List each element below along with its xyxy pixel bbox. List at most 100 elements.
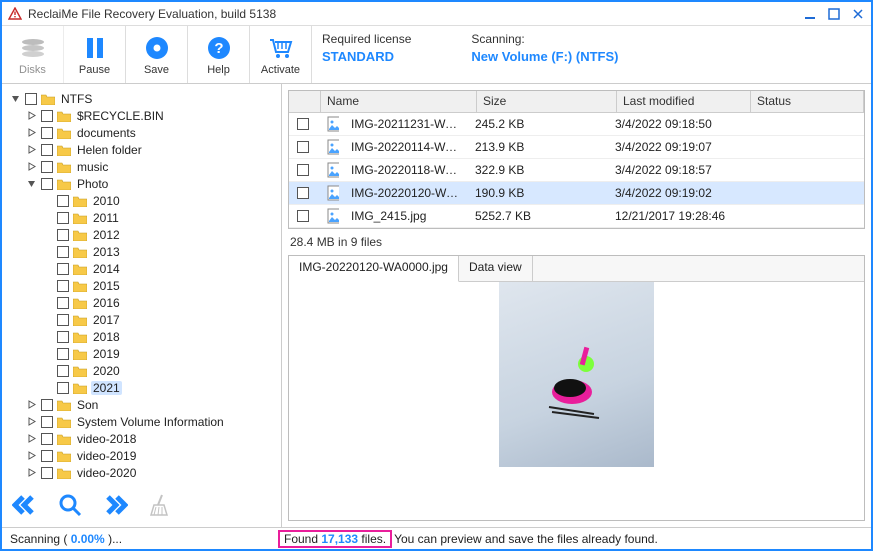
tree-checkbox[interactable] bbox=[41, 399, 53, 411]
tree-twisty[interactable] bbox=[42, 348, 53, 359]
tree-checkbox[interactable] bbox=[57, 229, 69, 241]
minimize-button[interactable] bbox=[803, 7, 817, 21]
tree-checkbox[interactable] bbox=[25, 93, 37, 105]
tree-node[interactable]: System Volume Information bbox=[6, 413, 277, 430]
tree-checkbox[interactable] bbox=[41, 433, 53, 445]
file-checkbox[interactable] bbox=[297, 118, 309, 130]
tree-node[interactable]: video-2019 bbox=[6, 447, 277, 464]
tree-node[interactable]: 2017 bbox=[6, 311, 277, 328]
search-button[interactable] bbox=[58, 493, 82, 520]
tree-node[interactable]: 2015 bbox=[6, 277, 277, 294]
tree-checkbox[interactable] bbox=[57, 365, 69, 377]
tree-twisty[interactable] bbox=[42, 212, 53, 223]
file-checkbox[interactable] bbox=[297, 210, 309, 222]
file-row[interactable]: IMG-20220114-WA00...213.9 KB3/4/2022 09:… bbox=[289, 136, 864, 159]
pause-button[interactable]: Pause bbox=[64, 26, 126, 83]
tree-twisty[interactable] bbox=[42, 263, 53, 274]
tree-checkbox[interactable] bbox=[41, 416, 53, 428]
tree-node[interactable]: music bbox=[6, 158, 277, 175]
tree-node[interactable]: documents bbox=[6, 124, 277, 141]
tree-node[interactable]: 2013 bbox=[6, 243, 277, 260]
tree-twisty[interactable] bbox=[42, 365, 53, 376]
disks-button[interactable]: Disks bbox=[2, 26, 64, 83]
col-status[interactable]: Status bbox=[751, 91, 864, 112]
close-button[interactable] bbox=[851, 7, 865, 21]
file-row[interactable]: IMG-20220118-WA00...322.9 KB3/4/2022 09:… bbox=[289, 159, 864, 182]
col-size[interactable]: Size bbox=[477, 91, 617, 112]
tree-checkbox[interactable] bbox=[57, 297, 69, 309]
nav-back-button[interactable] bbox=[12, 494, 38, 519]
file-checkbox[interactable] bbox=[297, 141, 309, 153]
tree-node[interactable]: video-2018 bbox=[6, 430, 277, 447]
tree-checkbox[interactable] bbox=[41, 161, 53, 173]
col-modified[interactable]: Last modified bbox=[617, 91, 751, 112]
tree-checkbox[interactable] bbox=[41, 144, 53, 156]
maximize-button[interactable] bbox=[827, 7, 841, 21]
tree-twisty[interactable] bbox=[10, 93, 21, 104]
tree-node[interactable]: 2021 bbox=[6, 379, 277, 396]
tree-checkbox[interactable] bbox=[41, 127, 53, 139]
tree-twisty[interactable] bbox=[26, 467, 37, 478]
tree-checkbox[interactable] bbox=[41, 450, 53, 462]
col-checkbox[interactable] bbox=[289, 91, 321, 112]
tree-twisty[interactable] bbox=[42, 382, 53, 393]
tree-node[interactable]: 2012 bbox=[6, 226, 277, 243]
tree-node[interactable]: Helen folder bbox=[6, 141, 277, 158]
tree-checkbox[interactable] bbox=[57, 212, 69, 224]
tree-node[interactable]: 2019 bbox=[6, 345, 277, 362]
tree-checkbox[interactable] bbox=[57, 382, 69, 394]
tree-node[interactable]: Son bbox=[6, 396, 277, 413]
folder-tree[interactable]: NTFS$RECYCLE.BINdocumentsHelen foldermus… bbox=[6, 90, 277, 489]
col-name[interactable]: Name bbox=[321, 91, 477, 112]
tree-twisty[interactable] bbox=[26, 178, 37, 189]
tree-checkbox[interactable] bbox=[57, 263, 69, 275]
tree-twisty[interactable] bbox=[42, 297, 53, 308]
preview-tab-image[interactable]: IMG-20220120-WA0000.jpg bbox=[289, 256, 459, 282]
tree-twisty[interactable] bbox=[26, 144, 37, 155]
tree-node[interactable]: video-2020 bbox=[6, 464, 277, 481]
tree-twisty[interactable] bbox=[26, 450, 37, 461]
tree-checkbox[interactable] bbox=[41, 178, 53, 190]
tree-checkbox[interactable] bbox=[57, 246, 69, 258]
tree-checkbox[interactable] bbox=[57, 331, 69, 343]
tree-node[interactable]: 2011 bbox=[6, 209, 277, 226]
tree-twisty[interactable] bbox=[42, 229, 53, 240]
preview-tab-data[interactable]: Data view bbox=[459, 256, 533, 281]
tree-twisty[interactable] bbox=[42, 246, 53, 257]
file-row[interactable]: IMG-20211231-WA00...245.2 KB3/4/2022 09:… bbox=[289, 113, 864, 136]
tree-twisty[interactable] bbox=[26, 399, 37, 410]
file-checkbox[interactable] bbox=[297, 164, 309, 176]
tree-checkbox[interactable] bbox=[41, 110, 53, 122]
nav-forward-button[interactable] bbox=[102, 494, 128, 519]
tree-twisty[interactable] bbox=[42, 280, 53, 291]
tree-node[interactable]: 2020 bbox=[6, 362, 277, 379]
tree-twisty[interactable] bbox=[26, 127, 37, 138]
tree-node[interactable]: NTFS bbox=[6, 90, 277, 107]
tree-node[interactable]: 2014 bbox=[6, 260, 277, 277]
tree-node[interactable]: 2018 bbox=[6, 328, 277, 345]
tree-checkbox[interactable] bbox=[41, 467, 53, 479]
tree-checkbox[interactable] bbox=[57, 280, 69, 292]
license-link[interactable]: STANDARD bbox=[322, 49, 411, 64]
tree-checkbox[interactable] bbox=[57, 314, 69, 326]
file-row[interactable]: IMG-20220120-WA00...190.9 KB3/4/2022 09:… bbox=[289, 182, 864, 205]
tree-twisty[interactable] bbox=[26, 161, 37, 172]
save-button[interactable]: Save bbox=[126, 26, 188, 83]
tree-node[interactable]: Photo bbox=[6, 175, 277, 192]
scanning-link[interactable]: New Volume (F:) (NTFS) bbox=[471, 49, 618, 64]
file-row[interactable]: IMG_2415.jpg5252.7 KB12/21/2017 19:28:46 bbox=[289, 205, 864, 228]
tree-twisty[interactable] bbox=[26, 433, 37, 444]
tree-twisty[interactable] bbox=[26, 416, 37, 427]
tree-node[interactable]: 2016 bbox=[6, 294, 277, 311]
tree-checkbox[interactable] bbox=[57, 195, 69, 207]
broom-button[interactable] bbox=[148, 493, 170, 520]
tree-node[interactable]: 2010 bbox=[6, 192, 277, 209]
activate-button[interactable]: Activate bbox=[250, 26, 312, 83]
tree-twisty[interactable] bbox=[42, 331, 53, 342]
help-button[interactable]: ? Help bbox=[188, 26, 250, 83]
tree-checkbox[interactable] bbox=[57, 348, 69, 360]
file-checkbox[interactable] bbox=[297, 187, 309, 199]
tree-node[interactable]: $RECYCLE.BIN bbox=[6, 107, 277, 124]
tree-twisty[interactable] bbox=[26, 110, 37, 121]
tree-twisty[interactable] bbox=[42, 314, 53, 325]
